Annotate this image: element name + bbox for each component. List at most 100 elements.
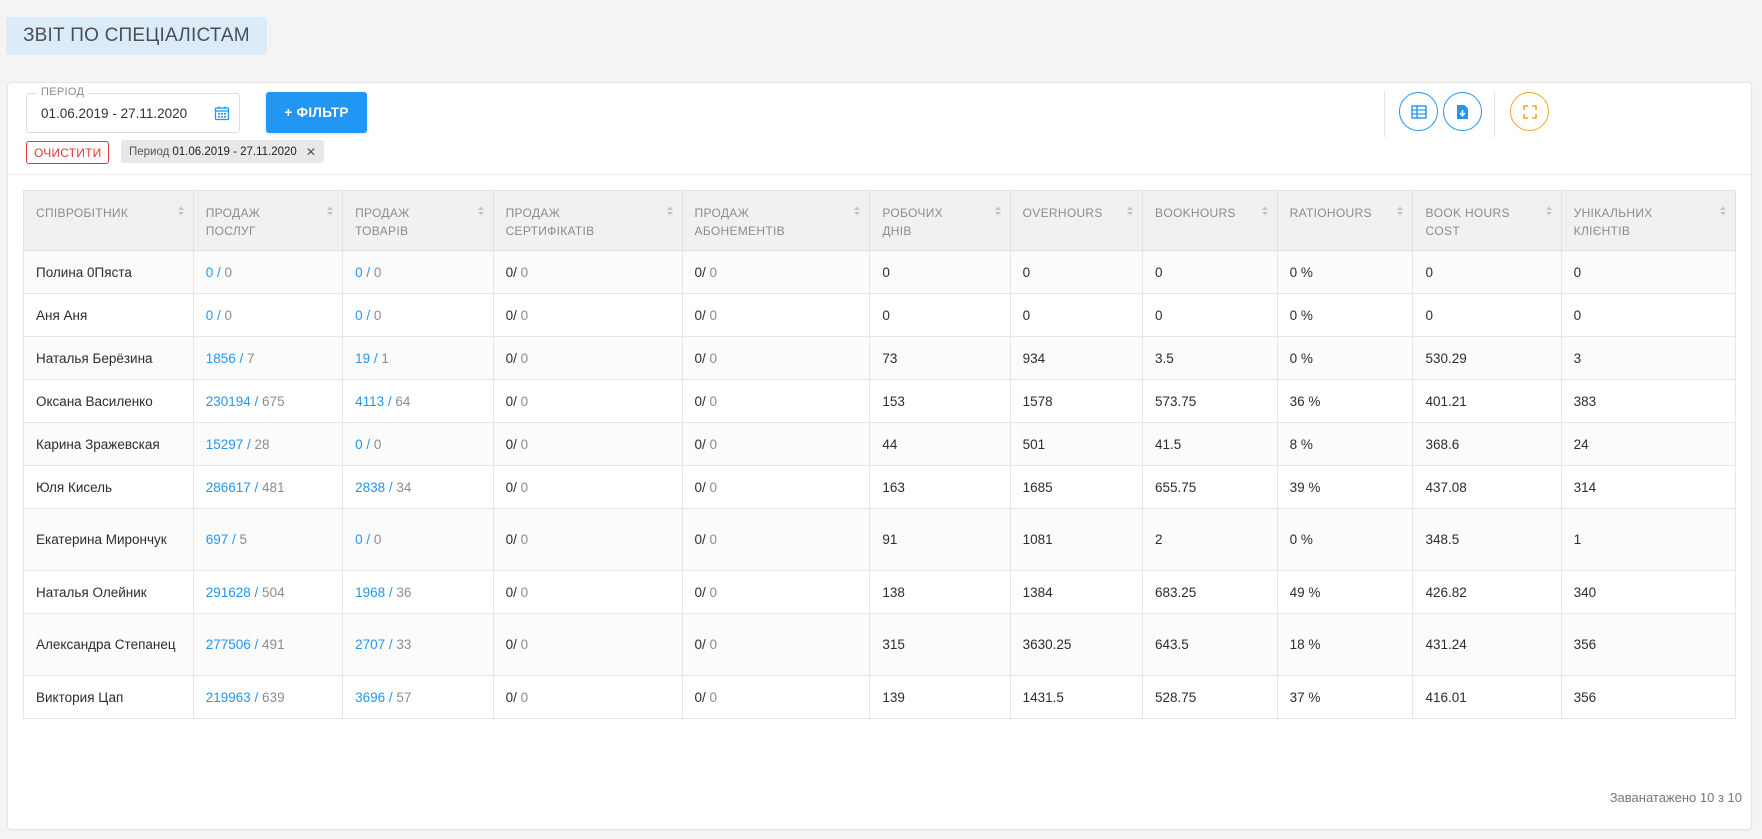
column-header[interactable]: RATIOHOURS [1276, 190, 1414, 251]
separator: / [513, 532, 521, 547]
column-header[interactable]: СПІВРОБІТНИК [23, 190, 194, 251]
separator: / [513, 637, 521, 652]
services-sales-amount[interactable]: 291628 [206, 585, 251, 600]
book-hours-cost-value: 0 [1425, 307, 1433, 323]
services-sales-amount[interactable]: 230194 [206, 394, 251, 409]
services-sales-amount[interactable]: 697 [206, 532, 229, 547]
services-sales: 230194 / 675 [192, 379, 344, 423]
sort-icon[interactable] [1126, 205, 1134, 217]
column-header[interactable]: РОБОЧИХ ДНІВ [869, 190, 1011, 251]
column-header[interactable]: ПРОДАЖ ТОВАРІВ [342, 190, 494, 251]
goods-sales-amount[interactable]: 0 [355, 265, 363, 280]
column-header[interactable]: BOOKHOURS [1142, 190, 1278, 251]
services-sales: 277506 / 491 [192, 613, 344, 676]
report-table-wrapper: СПІВРОБІТНИК ПРОДАЖ ПОСЛУГ ПРОДАЖ ТОВАРІВ ПРО… [23, 190, 1737, 719]
goods-sales-amount[interactable]: 0 [355, 532, 363, 547]
subscriptions-sales: 0/ 0 [681, 675, 871, 719]
sort-icon[interactable] [1396, 205, 1404, 217]
unique-clients: 356 [1560, 613, 1737, 676]
services-sales-amount[interactable]: 15297 [206, 437, 244, 452]
clear-filters-button[interactable]: ОЧИСТИТИ [26, 141, 110, 164]
subscriptions-sales-amount: 0 [694, 532, 703, 547]
overhours: 934 [1009, 336, 1144, 380]
certificates-sales: 0/ 0 [492, 465, 683, 509]
chip-close-icon[interactable]: ✕ [306, 145, 316, 159]
sort-icon[interactable] [994, 205, 1002, 217]
column-header-label: RATIOHOURS [1289, 206, 1372, 220]
goods-sales: 0 / 0 [342, 293, 494, 337]
services-sales-amount[interactable]: 1856 [206, 351, 236, 366]
subscriptions-sales: 0/ 0 [681, 379, 871, 423]
separator: / [362, 532, 374, 547]
column-header-label: BOOK HOURS [1425, 206, 1510, 220]
column-header[interactable]: УНІКАЛЬНИХ КЛІЄНТІВ [1560, 190, 1737, 251]
column-header-label: СЕРТИФІКАТІВ [505, 224, 595, 238]
certificates-sales-count: 0 [520, 350, 529, 366]
sort-icon[interactable] [666, 205, 674, 217]
sort-icon[interactable] [1719, 205, 1727, 217]
goods-sales-amount[interactable]: 19 [355, 351, 370, 366]
certificates-sales: 0/ 0 [492, 613, 683, 676]
services-sales: 291628 / 504 [192, 570, 344, 614]
unique-clients-value: 383 [1573, 393, 1597, 409]
goods-sales-amount[interactable]: 1968 [355, 585, 385, 600]
certificates-sales: 0/ 0 [492, 675, 683, 719]
sort-icon[interactable] [853, 205, 861, 217]
bookhours-value: 683.25 [1155, 584, 1197, 600]
column-header[interactable]: ПРОДАЖ АБОНЕМЕНТІВ [681, 190, 871, 251]
period-picker[interactable]: ПЕРІОД 01.06.2019 - 27.11.2020 [26, 86, 240, 133]
sort-icon[interactable] [1261, 205, 1269, 217]
ratiohours-value: 0 % [1289, 264, 1313, 280]
columns-icon [1410, 104, 1427, 119]
columns-button[interactable] [1399, 92, 1438, 131]
employee-name-text: Александра Степанец [36, 637, 176, 652]
bookhours-value: 0 [1155, 307, 1163, 323]
sort-icon[interactable] [477, 205, 485, 217]
goods-sales-amount[interactable]: 3696 [355, 690, 385, 705]
report-table: СПІВРОБІТНИК ПРОДАЖ ПОСЛУГ ПРОДАЖ ТОВАРІВ ПРО… [23, 190, 1737, 719]
book-hours-cost-value: 437.08 [1425, 479, 1467, 495]
overhours: 1685 [1009, 465, 1144, 509]
overhours: 0 [1009, 250, 1144, 294]
sort-icon[interactable] [326, 205, 334, 217]
goods-sales-amount[interactable]: 0 [355, 308, 363, 323]
column-header-label: ПРОДАЖ [355, 206, 410, 220]
goods-sales-amount[interactable]: 2838 [355, 480, 385, 495]
column-header[interactable]: ПРОДАЖ СЕРТИФІКАТІВ [492, 190, 683, 251]
bookhours-value: 0 [1155, 264, 1163, 280]
column-header[interactable]: ПРОДАЖ ПОСЛУГ [192, 190, 344, 251]
separator: / [702, 393, 710, 409]
export-button[interactable] [1443, 92, 1482, 131]
column-header[interactable]: BOOK HOURS COST [1412, 190, 1562, 251]
services-sales-amount[interactable]: 219963 [206, 690, 251, 705]
certificates-sales: 0/ 0 [492, 508, 683, 571]
add-filter-button[interactable]: + ФІЛЬТР [266, 92, 367, 133]
services-sales-amount[interactable]: 277506 [206, 637, 251, 652]
calendar-icon[interactable] [214, 105, 230, 121]
column-header-label: ПРОДАЖ [205, 206, 261, 220]
certificates-sales-amount: 0 [505, 637, 514, 652]
sort-icon[interactable] [1545, 205, 1553, 217]
goods-sales-amount[interactable]: 4113 [355, 394, 384, 409]
goods-sales-amount[interactable]: 0 [355, 437, 363, 452]
column-header[interactable]: OVERHOURS [1009, 190, 1144, 251]
ratiohours: 37 % [1276, 675, 1414, 719]
services-sales-amount[interactable]: 286617 [206, 480, 251, 495]
unique-clients-value: 1 [1573, 532, 1582, 547]
table-header-row: СПІВРОБІТНИК ПРОДАЖ ПОСЛУГ ПРОДАЖ ТОВАРІВ ПРО… [23, 190, 1737, 251]
overhours-value: 3630.25 [1022, 637, 1072, 652]
sort-icon[interactable] [177, 205, 185, 217]
ratiohours: 0 % [1276, 508, 1414, 571]
goods-sales-amount[interactable]: 2707 [355, 637, 385, 652]
working-days-value: 0 [882, 264, 890, 280]
separator: / [513, 393, 521, 409]
toolbar-divider [1494, 91, 1495, 137]
bookhours: 3.5 [1142, 336, 1278, 380]
certificates-sales: 0/ 0 [492, 570, 683, 614]
unique-clients: 383 [1560, 379, 1737, 423]
goods-sales-count: 57 [396, 689, 412, 705]
fullscreen-button[interactable] [1510, 92, 1549, 131]
separator: / [384, 393, 396, 409]
working-days-value: 138 [882, 584, 905, 600]
book-hours-cost-value: 348.5 [1425, 532, 1460, 547]
